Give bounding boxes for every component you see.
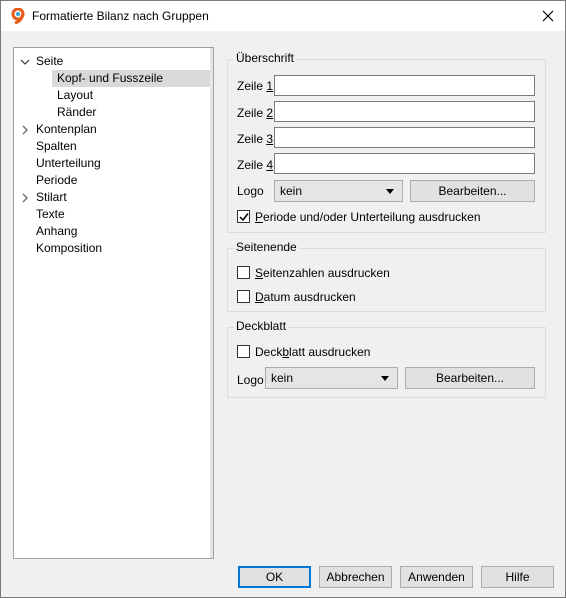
page-numbers-checkbox[interactable] [237, 266, 250, 279]
cover-logo-label: Logo [237, 373, 264, 387]
page-numbers-checkbox-label[interactable]: Seitenzahlen ausdrucken [255, 266, 390, 280]
tree-item-spalten[interactable]: Spalten [36, 138, 77, 155]
app-logo-icon [10, 7, 26, 25]
tree-item-label: Spalten [36, 139, 77, 153]
apply-button[interactable]: Anwenden [400, 566, 473, 588]
cover-group-title: Deckblatt [234, 319, 289, 333]
header-group-title: Überschrift [234, 51, 297, 65]
tree-item-label: Kopf- und Fusszeile [57, 71, 164, 85]
dropdown-arrow-icon [386, 189, 394, 194]
tree-item-kopf-fusszeile[interactable]: Kopf- und Fusszeile [52, 70, 212, 87]
tree-item-label: Anhang [36, 224, 78, 238]
tree-item-unterteilung[interactable]: Unterteilung [36, 155, 101, 172]
tree-item-anhang[interactable]: Anhang [36, 223, 77, 240]
dropdown-arrow-icon [381, 376, 389, 381]
tree-item-label: Seite [36, 54, 64, 68]
tree-item-label: Kontenplan [36, 122, 97, 136]
close-icon [542, 10, 554, 22]
edit-cover-logo-button[interactable]: Bearbeiten... [405, 367, 535, 389]
cover-checkbox-label[interactable]: Deckblatt ausdrucken [255, 345, 370, 359]
period-checkbox[interactable] [237, 210, 250, 223]
line-4-label: Zeile 4 [237, 158, 274, 172]
line-1-input[interactable] [274, 75, 535, 96]
logo-select-value: kein [280, 184, 303, 198]
tree-item-layout[interactable]: Layout [57, 87, 93, 104]
tree-item-label: Unterteilung [36, 156, 101, 170]
line-2-label: Zeile 2 [237, 106, 274, 120]
tree-item-label: Periode [36, 173, 78, 187]
logo-select[interactable]: kein [274, 180, 403, 202]
line-1-label: Zeile 1 [237, 79, 274, 93]
line-2-input[interactable] [274, 101, 535, 122]
checkmark-icon [239, 213, 249, 222]
tree-scrollbar[interactable] [210, 48, 213, 558]
date-checkbox[interactable] [237, 290, 250, 303]
footer-group-title: Seitenende [234, 240, 299, 254]
tree-item-label: Layout [57, 88, 94, 102]
cancel-button[interactable]: Abbrechen [319, 566, 392, 588]
cover-logo-select-value: kein [271, 371, 294, 385]
close-button[interactable] [531, 1, 565, 31]
tree-item-label: Stilart [36, 190, 67, 204]
dialog-window: Formatierte Bilanz nach Gruppen Seite Ko… [0, 0, 566, 598]
ok-button[interactable]: OK [238, 566, 311, 588]
tree-item-periode[interactable]: Periode [36, 172, 77, 189]
line-3-label: Zeile 3 [237, 132, 274, 146]
tree-item-komposition[interactable]: Komposition [36, 240, 102, 257]
tree-item-label: Texte [36, 207, 65, 221]
tree-item-texte[interactable]: Texte [36, 206, 65, 223]
navigation-tree[interactable]: Seite Kopf- und Fusszeile Layout Ränder … [13, 47, 214, 559]
tree-item-label: Komposition [36, 241, 103, 255]
period-checkbox-label[interactable]: Periode und/oder Unterteilung ausdrucken [255, 210, 481, 224]
cover-checkbox[interactable] [237, 345, 250, 358]
help-button[interactable]: Hilfe [481, 566, 554, 588]
cover-logo-select[interactable]: kein [265, 367, 398, 389]
title-bar[interactable]: Formatierte Bilanz nach Gruppen [1, 1, 565, 31]
line-4-input[interactable] [274, 153, 535, 174]
edit-logo-button[interactable]: Bearbeiten... [410, 180, 535, 202]
logo-label: Logo [237, 184, 264, 198]
date-checkbox-label[interactable]: Datum ausdrucken [255, 290, 356, 304]
chevron-down-icon[interactable] [20, 57, 30, 67]
line-3-input[interactable] [274, 127, 535, 148]
tree-item-label: Ränder [57, 105, 97, 119]
tree-item-raender[interactable]: Ränder [57, 104, 96, 121]
chevron-right-icon[interactable] [20, 125, 30, 135]
window-title: Formatierte Bilanz nach Gruppen [32, 9, 209, 23]
chevron-right-icon[interactable] [20, 193, 30, 203]
